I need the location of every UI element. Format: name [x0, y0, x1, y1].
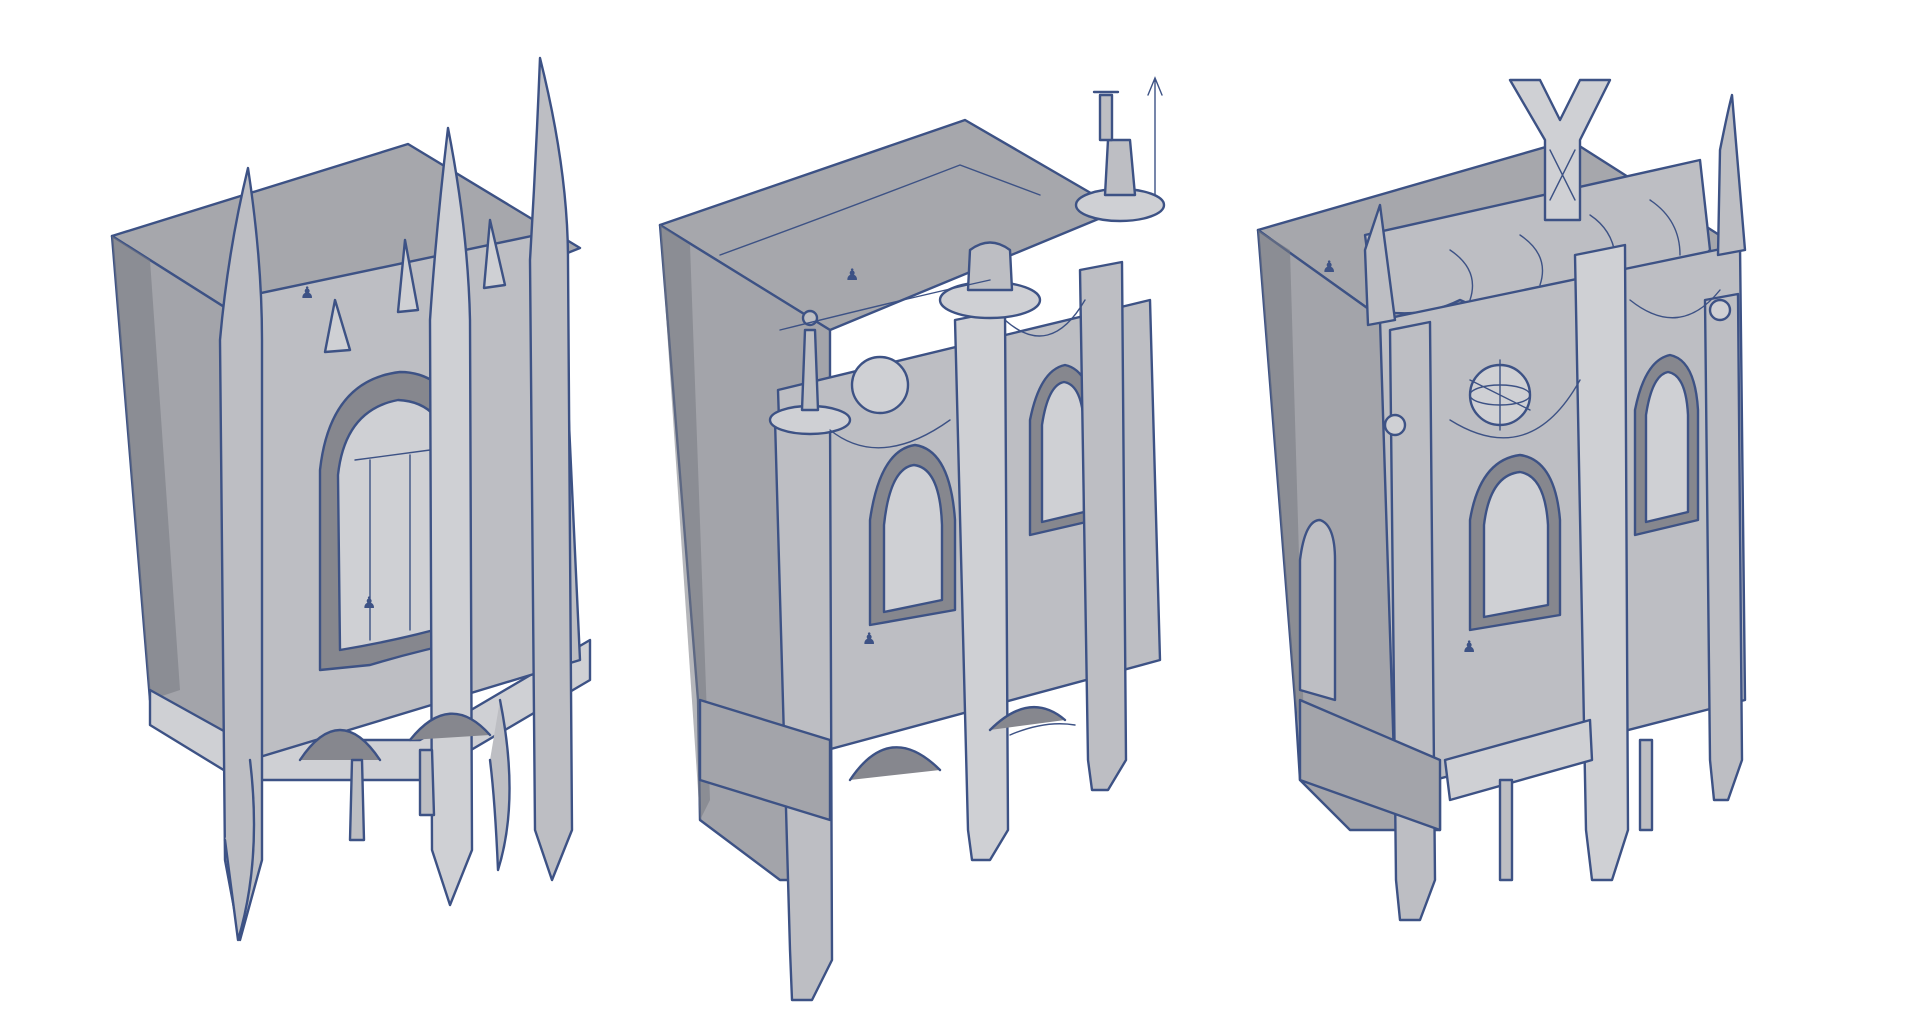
figure-icon: ♟: [1462, 637, 1476, 656]
arch-window-right-inner: [1040, 380, 1086, 524]
figure-icon: ♟: [362, 593, 376, 612]
bust-left: [1383, 413, 1407, 437]
pillar-1: [773, 408, 834, 1002]
pillar-3: [1078, 260, 1128, 792]
spire-center: [428, 126, 474, 907]
pillar-3: [1703, 292, 1744, 802]
arch-window-right-inner: [1644, 370, 1690, 524]
pillar-1: [1388, 320, 1437, 922]
arch-window-left-inner: [1482, 470, 1550, 619]
building-concept-spire-arch: ♟ ♟: [110, 56, 592, 942]
figure-icon: ♟: [300, 283, 314, 302]
arch-window-left-inner: [882, 463, 944, 614]
concept-sheet: ♟ ♟ ♟ ♟ ♟ ♟: [0, 0, 1920, 1028]
building-concept-canopy-orb: ♟ ♟: [1256, 78, 1747, 922]
bust-right: [1708, 298, 1732, 322]
lamp-post: [1092, 90, 1120, 142]
orb: [850, 355, 910, 415]
pillar-2: [953, 308, 1010, 862]
figure-icon: ♟: [845, 265, 859, 284]
statue-right: [1103, 138, 1137, 197]
pillar-2: [1573, 243, 1630, 882]
spear: [1147, 76, 1163, 196]
building-concept-statue-balconies: ♟ ♟: [658, 76, 1166, 1002]
spire-right: [528, 56, 574, 882]
figure-icon: ♟: [1322, 257, 1336, 276]
sketch-canvas: ♟ ♟ ♟ ♟ ♟ ♟: [110, 56, 1747, 1002]
figure-icon: ♟: [862, 629, 876, 648]
side-niche: [1298, 518, 1337, 702]
